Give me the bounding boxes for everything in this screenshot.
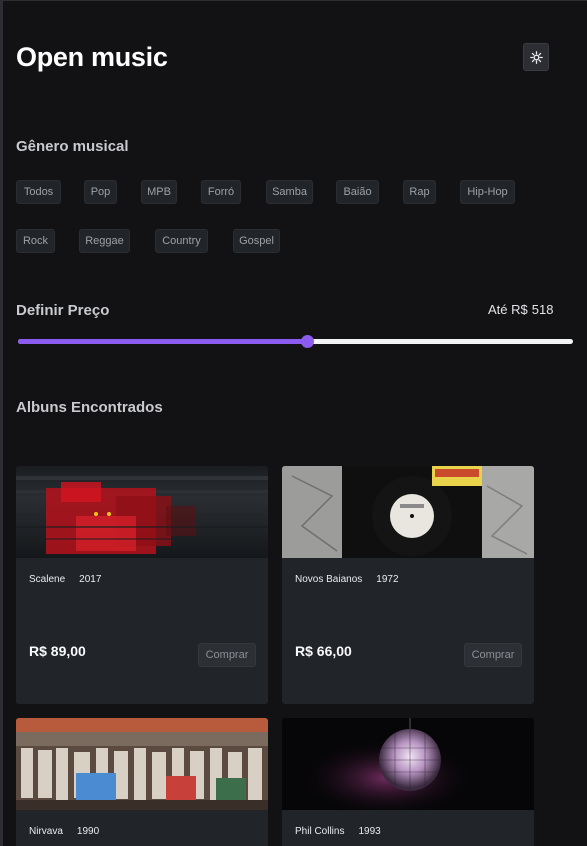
genre-chip-pop[interactable]: Pop bbox=[84, 180, 117, 204]
genre-chip-gospel[interactable]: Gospel bbox=[233, 229, 280, 253]
album-price: R$ 89,00 bbox=[29, 643, 86, 659]
price-prefix: Até R$ bbox=[488, 302, 528, 317]
album-year: 2017 bbox=[79, 574, 102, 585]
genre-chip-forro[interactable]: Forró bbox=[201, 180, 241, 204]
album-price: R$ 66,00 bbox=[295, 643, 352, 659]
album-year: 1990 bbox=[76, 826, 100, 837]
genre-chip-mpb[interactable]: MPB bbox=[141, 180, 177, 204]
album-cover-image bbox=[16, 718, 268, 810]
price-slider-fill bbox=[18, 339, 307, 344]
album-cover-image bbox=[16, 466, 268, 558]
album-year: 1972 bbox=[376, 574, 399, 585]
album-card: Scalene 2017 R$ 89,00 Comprar bbox=[16, 466, 268, 704]
genre-chip-baiao[interactable]: Baião bbox=[336, 180, 379, 204]
price-slider-thumb[interactable] bbox=[300, 335, 314, 348]
album-name: Phil Collins bbox=[295, 826, 345, 837]
genre-section-title: Gênero musical bbox=[16, 138, 129, 155]
album-meta: Novos Baianos 1972 bbox=[295, 574, 399, 585]
genre-chip-rock[interactable]: Rock bbox=[16, 229, 55, 253]
album-cover-image bbox=[282, 466, 534, 558]
open-music-page: Open music Gênero musical Todos Pop MPB … bbox=[0, 0, 587, 846]
buy-button[interactable]: Comprar bbox=[198, 643, 256, 667]
genre-chip-rap[interactable]: Rap bbox=[403, 180, 436, 204]
genre-chip-reggae[interactable]: Reggae bbox=[79, 229, 130, 253]
genre-chip-samba[interactable]: Samba bbox=[266, 180, 313, 204]
albums-section-title: Albuns Encontrados bbox=[16, 399, 163, 416]
genre-chip-todos[interactable]: Todos bbox=[16, 180, 61, 204]
genre-chip-hip-hop[interactable]: Hip-Hop bbox=[460, 180, 515, 204]
album-year: 1993 bbox=[358, 826, 381, 837]
album-card: Phil Collins 1993 bbox=[282, 718, 534, 846]
album-cover-image bbox=[282, 718, 534, 810]
album-name: Scalene bbox=[29, 574, 66, 585]
genre-chip-country[interactable]: Country bbox=[155, 229, 208, 253]
price-value: 518 bbox=[531, 302, 554, 317]
album-meta: Phil Collins 1993 bbox=[295, 826, 381, 837]
album-name: Novos Baianos bbox=[295, 574, 363, 585]
album-card: Nirvava 1990 bbox=[16, 718, 268, 846]
price-section-title: Definir Preço bbox=[16, 302, 110, 319]
price-max-label: Até R$ 518 bbox=[488, 302, 553, 317]
album-card: Novos Baianos 1972 R$ 66,00 Comprar bbox=[282, 466, 534, 704]
page-title: Open music bbox=[16, 42, 168, 72]
album-meta: Nirvava 1990 bbox=[29, 826, 99, 837]
buy-button[interactable]: Comprar bbox=[464, 643, 522, 667]
price-slider[interactable] bbox=[18, 335, 573, 348]
album-name: Nirvava bbox=[29, 826, 63, 837]
theme-toggle-button[interactable] bbox=[523, 43, 549, 71]
gear-icon bbox=[529, 50, 543, 64]
album-meta: Scalene 2017 bbox=[29, 574, 101, 585]
